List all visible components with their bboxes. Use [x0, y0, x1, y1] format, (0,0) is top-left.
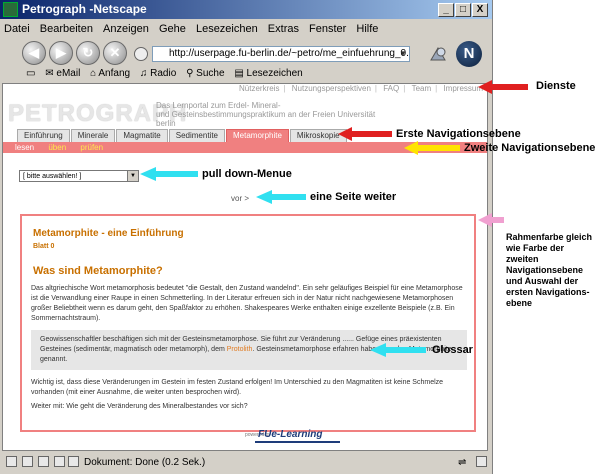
annotation-pulldown: pull down-Menue	[202, 168, 292, 180]
annotation-next: eine Seite weiter	[310, 191, 397, 203]
arrow-nav2	[404, 141, 460, 155]
annotation-frame-color: Rahmenfarbe gleich wie Farbe der zweiten…	[506, 232, 593, 308]
annotation-glossar: Glossar	[432, 344, 473, 356]
arrow-next	[256, 190, 306, 204]
arrow-frame-color	[478, 213, 504, 227]
annotation-nav1: Erste Navigationsebene	[396, 128, 521, 140]
arrow-dienste	[478, 80, 528, 94]
arrow-nav1	[338, 127, 392, 141]
arrow-glossar	[370, 343, 426, 357]
annotation-dienste: Dienste	[536, 80, 576, 92]
arrow-pulldown	[140, 167, 198, 181]
annotation-nav2: Zweite Navigationsebene	[464, 142, 596, 154]
